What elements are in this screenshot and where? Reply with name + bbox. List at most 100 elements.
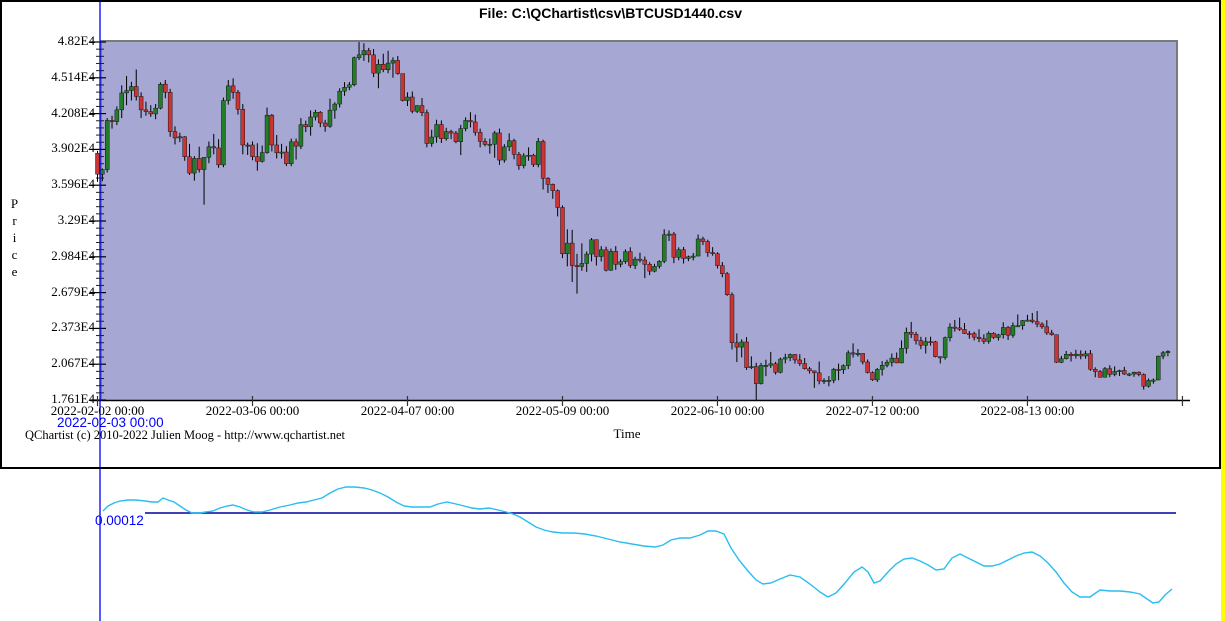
candle-down <box>705 241 710 253</box>
candle-up <box>506 140 512 148</box>
candle-down <box>274 144 279 154</box>
candle-down <box>545 178 551 185</box>
candle-down <box>511 140 517 155</box>
candle-up <box>899 348 904 364</box>
candle-up <box>1025 319 1030 322</box>
candle-up <box>458 128 463 142</box>
right-edge-stripe <box>1221 0 1225 621</box>
window-border-bottom <box>0 467 1221 469</box>
candle-up <box>313 112 318 118</box>
candle-up <box>429 136 434 144</box>
candle-down <box>473 121 478 133</box>
candle-down <box>187 156 192 174</box>
candle-up <box>676 249 681 258</box>
candle-down <box>938 356 943 359</box>
candle-up <box>855 353 861 355</box>
candle-down <box>918 340 924 346</box>
candle-up <box>376 64 381 74</box>
candle-up <box>289 141 294 164</box>
candle-up <box>153 107 158 115</box>
window-border-top <box>0 0 1221 2</box>
y-tick-label: 2.984E4 <box>51 247 95 263</box>
y-tick-label: 3.902E4 <box>51 140 95 156</box>
candle-up <box>875 369 880 381</box>
candle-up <box>332 103 338 111</box>
candle-up <box>996 334 1001 338</box>
candle-up <box>405 96 410 101</box>
chart-canvas[interactable] <box>0 0 1225 621</box>
candle-down <box>981 338 987 342</box>
candle-down <box>1097 371 1103 378</box>
candle-up <box>565 242 570 255</box>
candle-down <box>1141 374 1146 387</box>
candle-up <box>778 358 783 373</box>
candle-down <box>1005 327 1011 336</box>
candle-up <box>356 54 362 58</box>
candle-up <box>487 143 493 146</box>
candle-up <box>526 154 531 157</box>
candle-up <box>104 120 110 170</box>
candle-up <box>758 365 764 384</box>
candle-down <box>1044 326 1050 334</box>
candle-up <box>264 114 270 153</box>
candle-up <box>327 109 333 127</box>
candle-down <box>477 132 483 142</box>
candle-down <box>167 92 173 132</box>
candle-up <box>206 146 212 158</box>
candle-down <box>482 141 488 145</box>
candle-down <box>734 342 740 348</box>
candle-down <box>371 54 376 74</box>
candle-down <box>163 83 168 93</box>
copyright-text: QChartist (c) 2010-2022 Julien Moog - ht… <box>25 428 345 442</box>
candle-up <box>1001 327 1006 336</box>
candle-down <box>1039 323 1045 328</box>
candle-down <box>628 251 633 266</box>
candle-down <box>109 120 115 122</box>
candle-up <box>221 100 226 166</box>
window-border-left <box>0 0 2 469</box>
candle-down <box>909 332 914 335</box>
candle-down <box>850 352 856 355</box>
candle-up <box>884 362 890 366</box>
x-tick-label: 2022-07-12 00:00 <box>825 403 920 418</box>
x-tick-label: 2022-02-02 00:00 <box>50 403 145 418</box>
candle-down <box>642 259 648 265</box>
candle-down <box>971 333 977 338</box>
candle-up <box>739 341 744 348</box>
y-tick-label: 4.208E4 <box>51 104 95 120</box>
candle-up <box>879 365 885 370</box>
candle-up <box>226 85 231 101</box>
candle-up <box>1131 371 1137 375</box>
candle-down <box>255 156 260 162</box>
candle-down <box>700 238 706 242</box>
candle-down <box>802 363 807 369</box>
candle-down <box>1122 370 1127 375</box>
candle-up <box>1059 358 1064 363</box>
candle-up <box>158 83 163 109</box>
candle-down <box>816 372 822 382</box>
candle-down <box>870 372 875 381</box>
candle-up <box>1020 320 1025 326</box>
candle-down <box>453 132 459 142</box>
candle-down <box>1034 321 1040 325</box>
candle-up <box>114 109 120 122</box>
candle-up <box>579 263 585 267</box>
candle-down <box>138 96 144 111</box>
plot-area[interactable] <box>102 42 1176 400</box>
candle-up <box>1083 353 1088 357</box>
candle-down <box>1068 354 1074 356</box>
x-tick-label: 2022-04-07 00:00 <box>360 403 455 418</box>
candle-up <box>177 136 183 139</box>
candle-up <box>1073 353 1079 356</box>
candle-down <box>1030 319 1035 322</box>
candle-down <box>303 124 308 128</box>
candle-up <box>434 124 439 138</box>
candle-down <box>322 122 328 127</box>
candle-down <box>594 239 599 257</box>
candle-up <box>385 62 391 70</box>
candle-down <box>976 336 982 339</box>
x-tick-label: 2022-05-09 00:00 <box>515 403 610 418</box>
candle-up <box>1146 380 1151 387</box>
candle-up <box>1015 325 1020 328</box>
candle-down <box>448 131 454 134</box>
